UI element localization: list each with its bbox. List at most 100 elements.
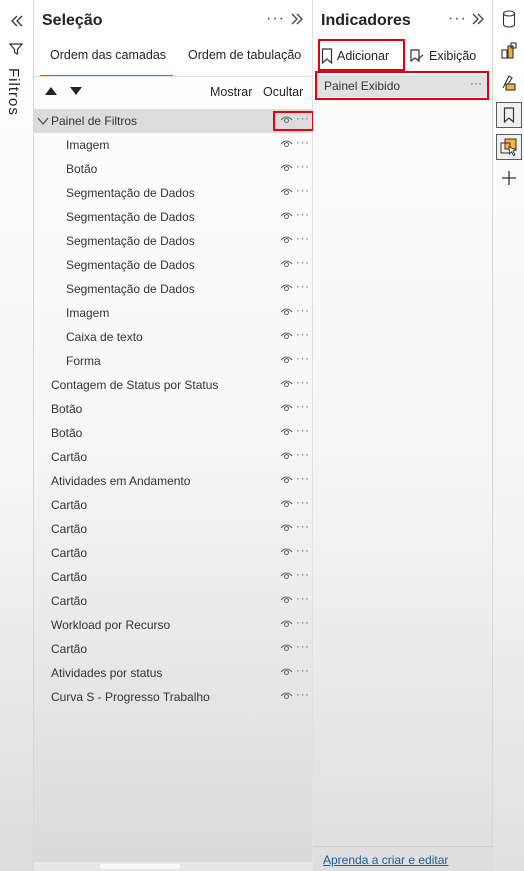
learn-link[interactable]: Aprenda a criar e editar: [323, 853, 448, 867]
row-more-options-icon[interactable]: ···: [296, 663, 310, 677]
layer-row[interactable]: Contagem de Status por Status ···: [34, 373, 313, 397]
row-more-options-icon[interactable]: ···: [296, 327, 310, 341]
layer-row[interactable]: Imagem ···: [34, 133, 313, 157]
add-bookmark-button[interactable]: Adicionar: [321, 44, 389, 68]
layer-row[interactable]: Curva S - Progresso Trabalho ···: [34, 685, 313, 709]
visibility-eye-icon[interactable]: [280, 211, 293, 221]
row-more-options-icon[interactable]: ···: [296, 639, 310, 653]
layer-row[interactable]: Cartão ···: [34, 445, 313, 469]
row-more-options-icon[interactable]: ···: [296, 207, 310, 221]
layer-row[interactable]: Cartão ···: [34, 493, 313, 517]
layer-row[interactable]: Caixa de texto ···: [34, 325, 313, 349]
hide-button[interactable]: Ocultar: [263, 85, 303, 99]
visibility-eye-icon[interactable]: [280, 475, 293, 485]
move-down-arrow-icon[interactable]: [69, 85, 83, 97]
layer-row[interactable]: Segmentação de Dados ···: [34, 229, 313, 253]
row-more-options-icon[interactable]: ···: [296, 687, 310, 701]
layer-row[interactable]: Atividades por status ···: [34, 661, 313, 685]
layer-row[interactable]: Botão ···: [34, 421, 313, 445]
visibility-eye-icon[interactable]: [280, 523, 293, 533]
row-more-options-icon[interactable]: ···: [296, 183, 310, 197]
visibility-eye-icon[interactable]: [280, 667, 293, 677]
expand-filters-icon[interactable]: [0, 8, 34, 34]
bookmark-item[interactable]: Painel Exibido ···: [317, 75, 487, 97]
visibility-eye-icon[interactable]: [280, 379, 293, 389]
selection-more-options-icon[interactable]: ···: [266, 10, 285, 28]
layer-row[interactable]: Segmentação de Dados ···: [34, 253, 313, 277]
row-more-options-icon[interactable]: ···: [296, 351, 310, 365]
row-more-options-icon[interactable]: ···: [296, 231, 310, 245]
tab-layer-order[interactable]: Ordem das camadas: [50, 48, 166, 62]
view-button[interactable]: Exibição: [409, 44, 476, 68]
layer-row[interactable]: Botão ···: [34, 157, 313, 181]
filters-pane-collapsed[interactable]: Filtros: [0, 0, 34, 871]
selection-icon[interactable]: [496, 134, 522, 160]
show-button[interactable]: Mostrar: [210, 85, 252, 99]
layer-row[interactable]: Cartão ···: [34, 589, 313, 613]
visibility-eye-icon[interactable]: [280, 163, 293, 173]
row-more-options-icon[interactable]: ···: [296, 495, 310, 509]
layer-row[interactable]: Cartão ···: [34, 541, 313, 565]
visibility-eye-icon[interactable]: [280, 571, 293, 581]
row-more-options-icon[interactable]: ···: [296, 255, 310, 269]
visibility-eye-icon[interactable]: [280, 355, 293, 365]
visibility-eye-icon[interactable]: [280, 643, 293, 653]
layer-row[interactable]: Atividades em Andamento ···: [34, 469, 313, 493]
visibility-eye-icon[interactable]: [280, 619, 293, 629]
collapse-selection-icon[interactable]: [290, 12, 304, 26]
visibility-eye-icon[interactable]: [280, 595, 293, 605]
expand-chevron-icon[interactable]: [37, 116, 49, 126]
collapse-bookmarks-icon[interactable]: [471, 12, 485, 26]
layer-row[interactable]: Workload por Recurso ···: [34, 613, 313, 637]
visibility-eye-icon[interactable]: [280, 283, 293, 293]
visibility-eye-icon[interactable]: [280, 259, 293, 269]
data-icon[interactable]: [496, 6, 522, 32]
visibility-eye-icon[interactable]: [280, 331, 293, 341]
row-more-options-icon[interactable]: ···: [296, 471, 310, 485]
bookmark-icon[interactable]: [496, 102, 522, 128]
layer-row[interactable]: Segmentação de Dados ···: [34, 205, 313, 229]
horizontal-scrollbar[interactable]: [34, 862, 313, 871]
bookmarks-more-options-icon[interactable]: ···: [448, 10, 467, 28]
row-more-options-icon[interactable]: ···: [296, 303, 310, 317]
row-more-options-icon[interactable]: ···: [296, 135, 310, 149]
visibility-eye-icon[interactable]: [280, 691, 293, 701]
visibility-eye-icon[interactable]: [280, 403, 293, 413]
row-more-options-icon[interactable]: ···: [296, 447, 310, 461]
layer-row[interactable]: Cartão ···: [34, 517, 313, 541]
row-more-options-icon[interactable]: ···: [296, 111, 310, 125]
layer-row[interactable]: Botão ···: [34, 397, 313, 421]
row-more-options-icon[interactable]: ···: [296, 399, 310, 413]
visibility-eye-icon[interactable]: [280, 187, 293, 197]
row-more-options-icon[interactable]: ···: [296, 423, 310, 437]
layer-row[interactable]: Cartão ···: [34, 637, 313, 661]
visibility-eye-icon[interactable]: [280, 499, 293, 509]
visibility-eye-icon[interactable]: [280, 139, 293, 149]
layer-row[interactable]: Segmentação de Dados ···: [34, 181, 313, 205]
row-more-options-icon[interactable]: ···: [296, 279, 310, 293]
format-paintbrush-icon[interactable]: [496, 70, 522, 96]
visibility-eye-icon[interactable]: [280, 115, 293, 125]
scrollbar-thumb[interactable]: [100, 864, 180, 869]
visibility-eye-icon[interactable]: [280, 235, 293, 245]
row-more-options-icon[interactable]: ···: [296, 375, 310, 389]
row-more-options-icon[interactable]: ···: [296, 615, 310, 629]
layer-row[interactable]: Painel de Filtros ···: [34, 109, 313, 133]
layer-row[interactable]: Imagem ···: [34, 301, 313, 325]
visibility-eye-icon[interactable]: [280, 451, 293, 461]
visibility-eye-icon[interactable]: [280, 547, 293, 557]
bookmark-item-more-icon[interactable]: ···: [470, 76, 482, 90]
layer-row[interactable]: Forma ···: [34, 349, 313, 373]
row-more-options-icon[interactable]: ···: [296, 519, 310, 533]
layer-row[interactable]: Segmentação de Dados ···: [34, 277, 313, 301]
row-more-options-icon[interactable]: ···: [296, 591, 310, 605]
row-more-options-icon[interactable]: ···: [296, 567, 310, 581]
build-visual-icon[interactable]: [496, 38, 522, 64]
tab-tab-order[interactable]: Ordem de tabulação: [188, 48, 301, 62]
visibility-eye-icon[interactable]: [280, 307, 293, 317]
visibility-eye-icon[interactable]: [280, 427, 293, 437]
row-more-options-icon[interactable]: ···: [296, 543, 310, 557]
row-more-options-icon[interactable]: ···: [296, 159, 310, 173]
move-up-arrow-icon[interactable]: [44, 85, 58, 97]
layer-row[interactable]: Cartão ···: [34, 565, 313, 589]
